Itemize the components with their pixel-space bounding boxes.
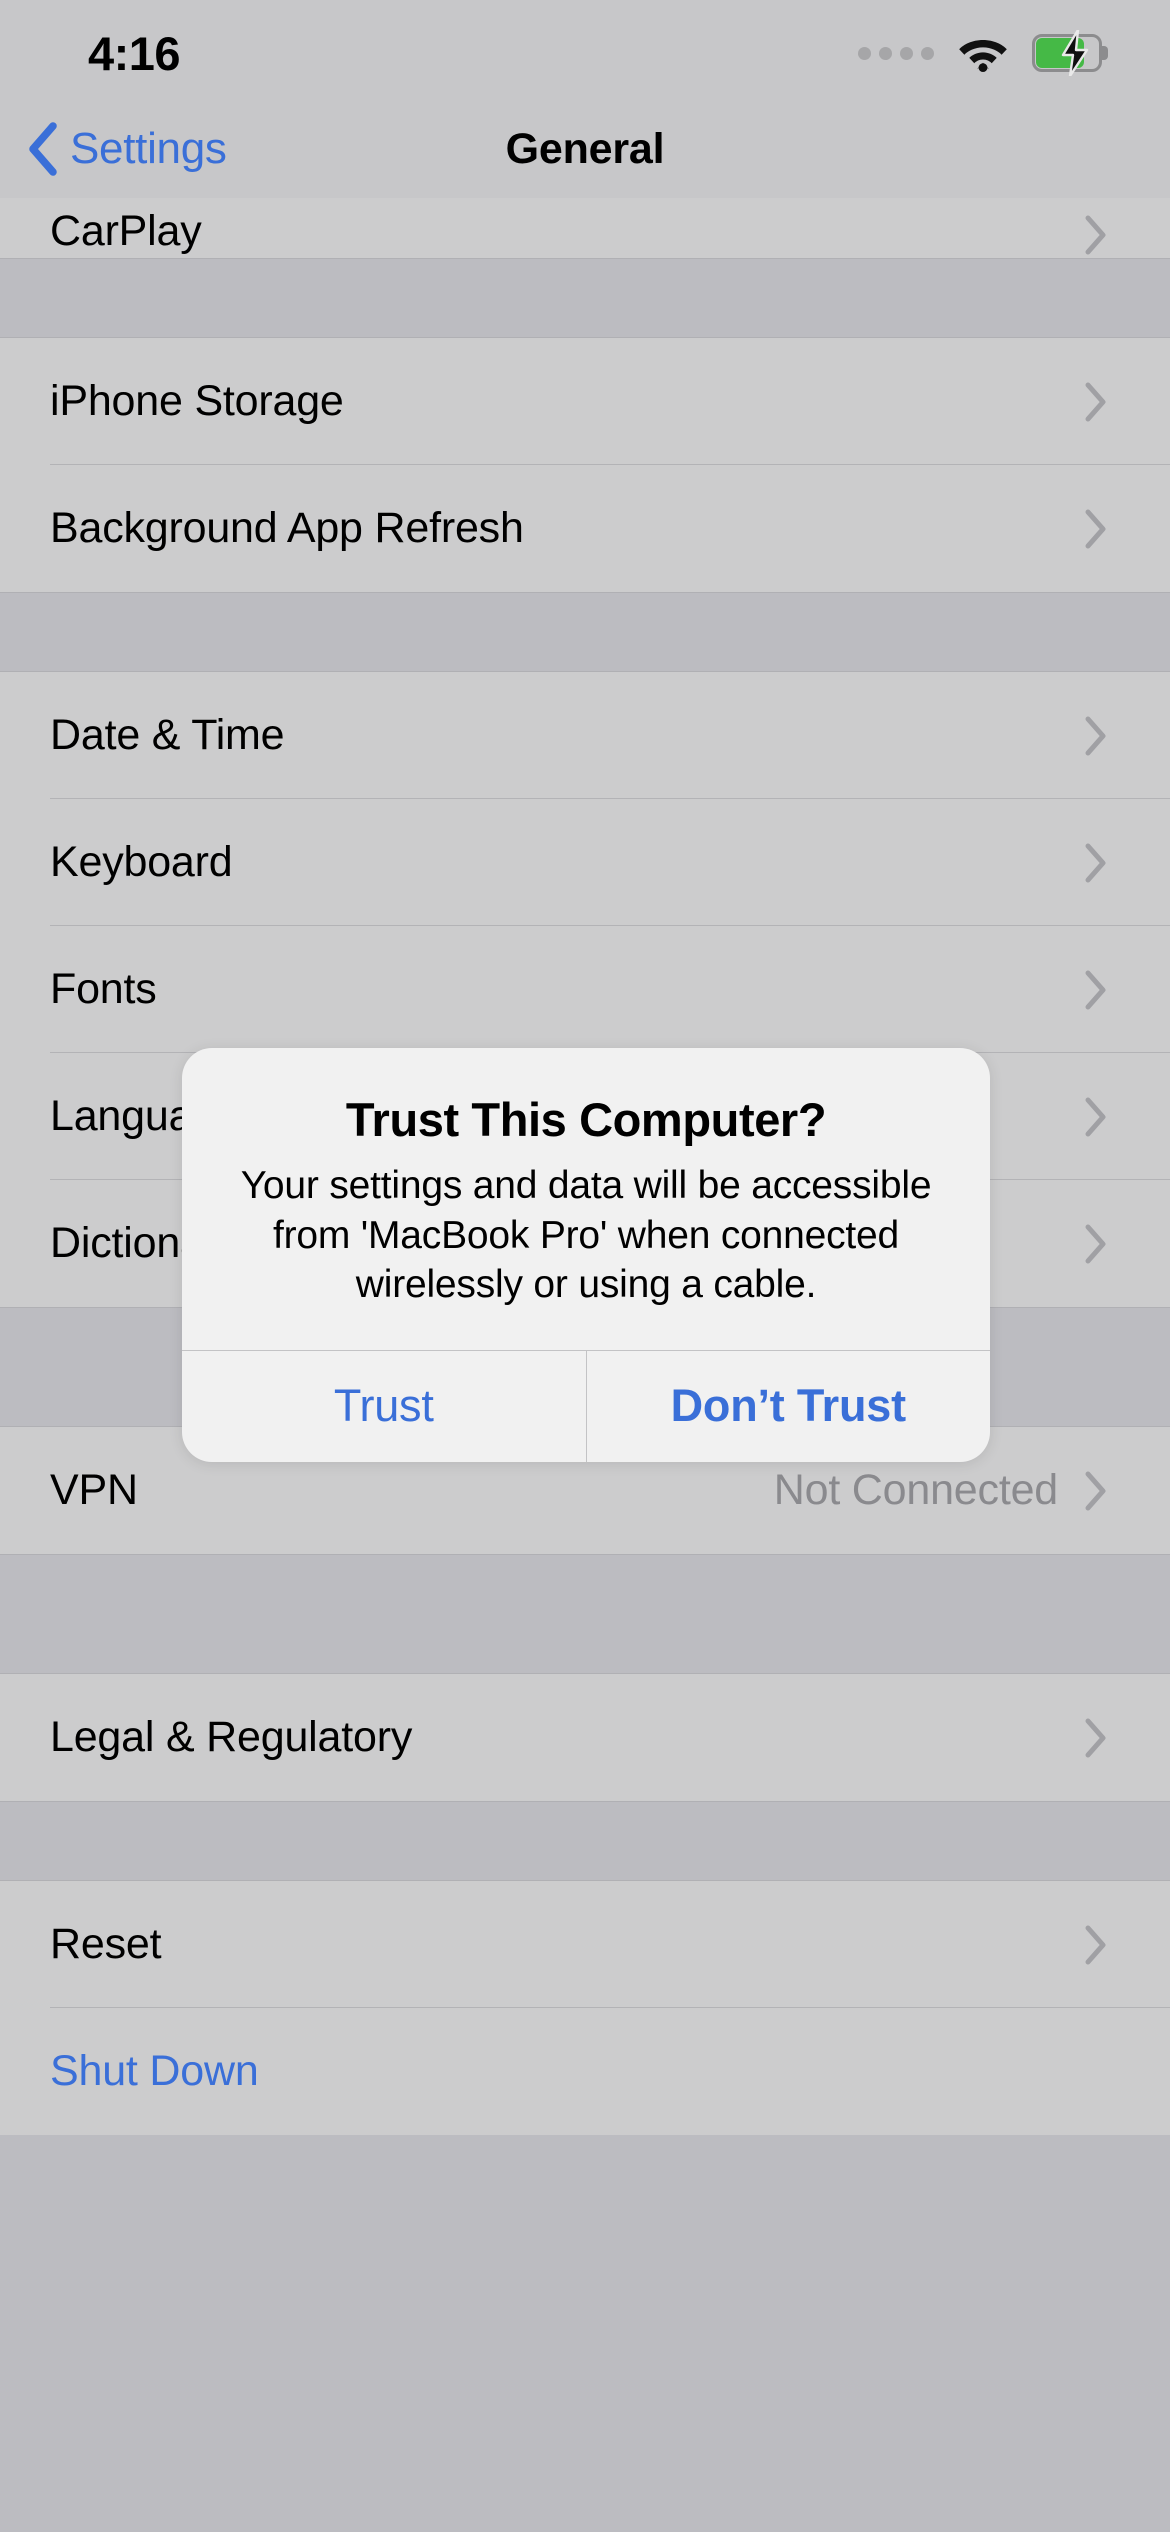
list-item[interactable]: Shut Down <box>0 2008 1170 2135</box>
alert-title: Trust This Computer? <box>345 1093 827 1146</box>
list-item[interactable]: Date & Time <box>0 672 1170 799</box>
chevron-right-icon <box>1085 509 1106 548</box>
trust-computer-alert: Trust This Computer? Your settings and d… <box>182 1048 990 1462</box>
list-item[interactable]: Fonts <box>0 926 1170 1053</box>
iphone-screen: 4:16 Settings General CarPlay iPhone Sto… <box>0 0 1170 2532</box>
carplay-group: CarPlay <box>0 198 1170 258</box>
chevron-right-icon <box>1085 1471 1106 1510</box>
page-title: General <box>505 124 665 173</box>
status-bar-clock: 4:16 <box>88 26 181 80</box>
trust-button[interactable]: Trust <box>182 1351 586 1462</box>
alert-message: Your settings and data will be accessibl… <box>240 1164 932 1307</box>
reset-group: Reset Shut Down <box>0 1881 1170 2135</box>
list-item[interactable]: Reset <box>0 1881 1170 2008</box>
chevron-right-icon <box>1085 1925 1106 1964</box>
storage-group: iPhone Storage Background App Refresh <box>0 338 1170 592</box>
status-bar: 4:16 <box>0 0 1170 100</box>
chevron-right-icon <box>1085 1718 1106 1757</box>
list-item[interactable]: CarPlay <box>0 198 1170 258</box>
chevron-right-icon <box>1085 1097 1106 1136</box>
alert-button-row: Trust Don’t Trust <box>182 1349 991 1462</box>
wifi-icon <box>959 40 1007 72</box>
list-group-gap <box>0 258 1170 338</box>
chevron-right-icon <box>1085 1224 1106 1263</box>
status-bar-indicators <box>858 28 1108 76</box>
charging-bolt-icon <box>1061 30 1089 76</box>
list-group-gap <box>0 592 1170 672</box>
list-item-label: Keyboard <box>50 838 233 886</box>
chevron-right-icon <box>1085 382 1106 421</box>
list-item-value: Not Connected <box>773 1466 1058 1514</box>
battery-charging-icon <box>1032 30 1108 76</box>
legal-group: Legal & Regulatory <box>0 1674 1170 1801</box>
list-item-label: Date & Time <box>50 711 285 759</box>
list-item-label: VPN <box>50 1466 138 1514</box>
list-item-label: Background App Refresh <box>50 504 524 552</box>
navigation-bar: Settings General <box>0 100 1170 198</box>
list-item-label: CarPlay <box>50 207 202 255</box>
list-group-gap <box>0 1801 1170 1881</box>
chevron-right-icon <box>1085 843 1106 882</box>
list-item[interactable]: Background App Refresh <box>0 465 1170 592</box>
dont-trust-button[interactable]: Don’t Trust <box>585 1350 991 1462</box>
chevron-right-icon <box>1085 716 1106 755</box>
list-item[interactable]: iPhone Storage <box>0 338 1170 465</box>
list-item[interactable]: Keyboard <box>0 799 1170 926</box>
alert-body: Trust This Computer? Your settings and d… <box>182 1048 990 1350</box>
chevron-right-icon <box>1085 215 1106 255</box>
list-item-label: Legal & Regulatory <box>50 1713 413 1761</box>
list-group-gap <box>0 1554 1170 1674</box>
list-item-label: Reset <box>50 1920 162 1968</box>
cellular-signal-dots-icon <box>858 46 934 60</box>
list-item-label: iPhone Storage <box>50 377 344 425</box>
list-item[interactable]: Legal & Regulatory <box>0 1674 1170 1801</box>
list-item-label: Fonts <box>50 965 157 1013</box>
chevron-right-icon <box>1085 970 1106 1009</box>
list-item-label: Shut Down <box>50 2047 259 2095</box>
